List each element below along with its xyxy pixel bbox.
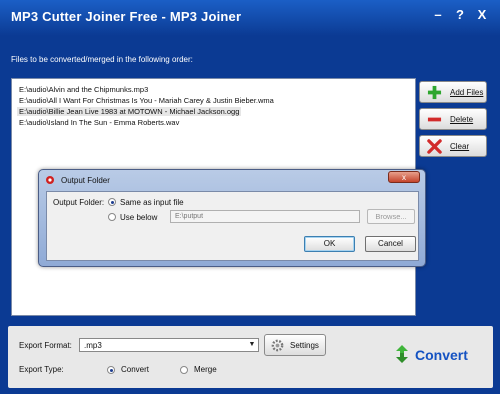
output-path-input[interactable]: E:\putput [170,210,360,223]
plus-icon [427,85,442,100]
settings-button[interactable]: Settings [264,334,326,356]
merge-radio[interactable] [180,366,188,374]
dialog-body: Output Folder: Same as input file Use be… [46,191,419,261]
close-button[interactable]: X [472,6,492,24]
delete-button[interactable]: Delete [419,108,487,130]
use-below-label: Use below [120,213,158,222]
file-item[interactable]: E:\audio\Island In The Sun - Emma Robert… [19,118,179,127]
browse-button[interactable]: Browse... [367,209,415,224]
file-item-selected[interactable]: E:\audio\Billie Jean Live 1983 at MOTOWN… [17,107,242,116]
chevron-down-icon: ▼ [248,341,256,348]
same-as-input-label: Same as input file [120,198,184,207]
convert-button[interactable]: Convert [392,339,472,369]
clear-button[interactable]: Clear [419,135,487,157]
delete-label: Delete [450,115,474,124]
export-format-select[interactable]: .mp3 ▼ [79,338,259,352]
gear-icon [271,339,284,352]
convert-option-label: Convert [121,365,150,374]
output-path-value: E:\putput [175,213,204,220]
use-below-radio[interactable] [108,213,116,221]
same-as-input-radio[interactable] [108,198,116,206]
convert-arrows-icon [396,345,408,363]
add-files-label: Add Files [450,88,484,97]
file-item[interactable]: E:\audio\All I Want For Christmas Is You… [19,96,274,105]
title-bar: MP3 Cutter Joiner Free - MP3 Joiner – ? … [0,0,500,36]
help-button[interactable]: ? [450,6,470,24]
instruction-text: Files to be converted/merged in the foll… [11,55,193,64]
output-folder-label: Output Folder: [53,198,105,207]
file-item[interactable]: E:\audio\Alvin and the Chipmunks.mp3 [19,85,148,94]
window-title: MP3 Cutter Joiner Free - MP3 Joiner [11,9,242,24]
convert-radio[interactable] [107,366,115,374]
minimize-button[interactable]: – [428,6,448,24]
clear-label: Clear [450,142,470,151]
merge-option-label: Merge [194,365,217,374]
app-icon [46,176,54,184]
export-format-value: .mp3 [84,341,102,350]
dialog-close-button[interactable]: x [388,171,420,183]
export-type-label: Export Type: [19,365,64,374]
app-window: MP3 Cutter Joiner Free - MP3 Joiner – ? … [0,0,500,394]
add-files-button[interactable]: Add Files [419,81,487,103]
convert-label: Convert [415,347,468,363]
ok-button[interactable]: OK [304,236,355,252]
x-icon [427,139,442,154]
cancel-button[interactable]: Cancel [365,236,416,252]
minus-icon [427,117,442,122]
dialog-title: Output Folder [61,176,110,185]
settings-label: Settings [290,341,319,350]
output-folder-dialog: Output Folder x Output Folder: Same as i… [38,169,426,267]
export-format-label: Export Format: [19,341,72,350]
